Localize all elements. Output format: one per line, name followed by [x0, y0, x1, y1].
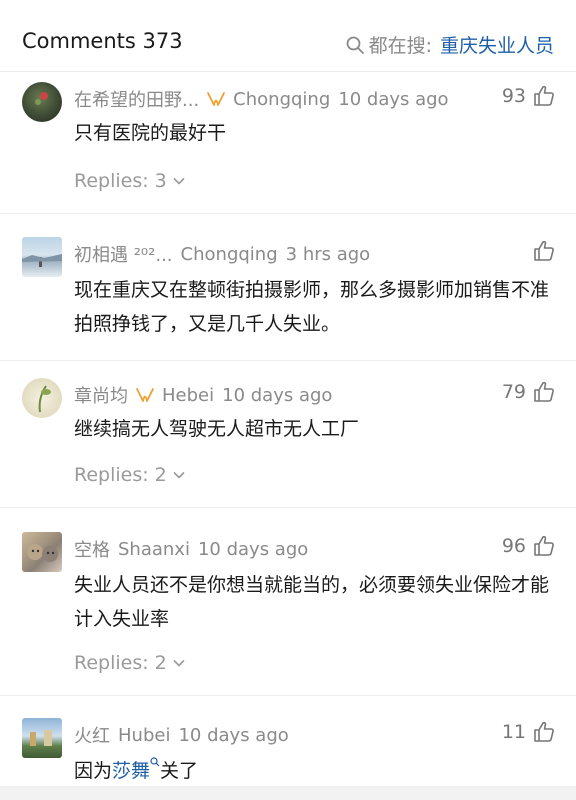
thumb-up-icon	[534, 381, 554, 402]
like-count: 79	[501, 381, 526, 403]
replies-toggle[interactable]: Replies: 2	[74, 464, 186, 486]
trending-search[interactable]: 都在搜: 重庆失业人员	[345, 31, 554, 58]
comment-text: 因为莎舞 关了	[74, 754, 560, 788]
comment-text: 现在重庆又在整顿街拍摄影师，那么多摄影师加销售不准拍照挣钱了，又是几千人失业。	[74, 279, 550, 335]
comment-time: 10 days ago	[197, 538, 309, 560]
chevron-down-icon	[173, 659, 185, 667]
username[interactable]: 在希望的田野...	[74, 86, 199, 112]
chevron-down-icon	[173, 177, 185, 185]
like-count: 11	[501, 721, 526, 743]
thumb-up-icon	[534, 240, 554, 261]
search-prefix: 都在搜:	[368, 35, 432, 57]
avatar[interactable]	[22, 718, 62, 758]
avatar[interactable]	[22, 82, 62, 122]
badge-icon	[136, 388, 154, 402]
like-count: 96	[501, 535, 526, 557]
comment-location: Chongqing	[180, 243, 278, 265]
topic-link[interactable]: 莎舞	[112, 760, 150, 782]
replies-label: Replies: 2	[74, 464, 167, 486]
comment-time: 10 days ago	[178, 724, 289, 746]
avatar[interactable]	[22, 532, 62, 572]
comments-header: Comments 373 都在搜: 重庆失业人员	[0, 0, 576, 72]
chevron-down-icon	[173, 471, 185, 479]
search-query-link[interactable]: 重庆失业人员	[440, 31, 554, 58]
like-button[interactable]: 79	[502, 380, 556, 404]
username[interactable]: 初相遇 ²⁰²...	[74, 241, 173, 267]
like-button[interactable]: 93	[502, 84, 556, 108]
comment-location: Hubei	[118, 724, 171, 746]
like-button[interactable]: 11	[502, 720, 556, 744]
comment-text-after: 关了	[160, 760, 199, 782]
divider	[0, 360, 576, 361]
badge-icon	[207, 92, 226, 106]
like-button[interactable]	[526, 239, 556, 263]
comment-text: 继续搞无人驾驶无人超市无人工厂	[74, 418, 360, 440]
replies-toggle[interactable]: Replies: 2	[74, 652, 186, 674]
comment-location: Chongqing	[233, 88, 331, 110]
username[interactable]: 空格	[74, 536, 110, 562]
thumb-up-icon	[534, 535, 554, 556]
search-small-icon	[150, 757, 160, 767]
comment-text: 只有医院的最好干	[74, 122, 227, 144]
comment-location: Hebei	[162, 384, 215, 406]
comment-time: 10 days ago	[222, 384, 333, 406]
comments-title: Comments 373	[22, 29, 183, 53]
thumb-up-icon	[534, 85, 554, 106]
avatar[interactable]	[22, 378, 62, 418]
replies-label: Replies: 3	[74, 170, 167, 192]
comment-time: 3 hrs ago	[285, 243, 371, 265]
divider	[0, 695, 576, 696]
username[interactable]: 章尚均	[74, 382, 128, 408]
replies-toggle[interactable]: Replies: 3	[74, 170, 186, 192]
divider	[0, 507, 576, 508]
search-icon	[346, 36, 364, 54]
replies-label: Replies: 2	[74, 652, 167, 674]
bottom-bar	[0, 786, 576, 800]
like-count: 93	[501, 85, 526, 107]
comment-location: Shaanxi	[118, 538, 190, 560]
divider	[0, 213, 576, 214]
comment-text: 失业人员还不是你想当就能当的，必须要领失业保险才能计入失业率	[74, 574, 550, 630]
like-button[interactable]: 96	[502, 534, 556, 558]
avatar[interactable]	[22, 237, 62, 277]
comment-text-before: 因为	[74, 760, 113, 782]
comment-time: 10 days ago	[338, 88, 449, 110]
username[interactable]: 火红	[74, 722, 110, 748]
thumb-up-icon	[534, 721, 554, 742]
